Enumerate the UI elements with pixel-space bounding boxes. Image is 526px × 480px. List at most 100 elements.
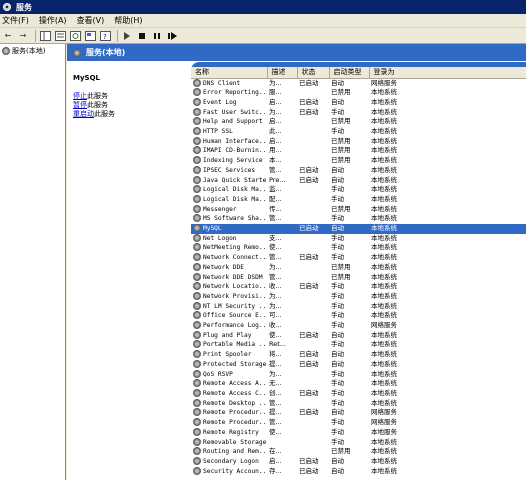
table-row[interactable]: Event Log 启... 已启动 自动 本地系统 <box>191 97 526 108</box>
export-list-icon[interactable] <box>84 30 96 42</box>
table-row[interactable]: Protected Storage 提... 已启动 自动 本地系统 <box>191 359 526 370</box>
table-row[interactable]: QoS RSVP 为... 手动 本地系统 <box>191 369 526 380</box>
service-description-text: 用... <box>269 146 282 155</box>
menu-help[interactable]: 帮助(H) <box>114 15 142 26</box>
table-row[interactable]: MySQL 已启动 自动 本地系统 <box>191 224 526 234</box>
table-row[interactable]: Network Connect... 管... 已启动 手动 本地系统 <box>191 253 526 263</box>
service-gear-icon <box>193 204 201 213</box>
pause-service-link[interactable]: 暂停此服务 <box>73 101 185 110</box>
pause-service-icon[interactable] <box>151 30 163 42</box>
table-row[interactable]: NT LM Security ... 为... 手动 本地系统 <box>191 301 526 312</box>
menu-action[interactable]: 操作(A) <box>39 15 67 26</box>
service-status-text: 已启动 <box>299 466 319 475</box>
table-row[interactable]: Fast User Switc... 为... 已启动 手动 本地系统 <box>191 107 526 118</box>
table-row[interactable]: Net Logon 支... 手动 本地系统 <box>191 233 526 244</box>
table-row[interactable]: Remote Registry 使... 手动 本地服务 <box>191 427 526 438</box>
restart-service-icon[interactable] <box>166 30 178 42</box>
table-row[interactable]: Portable Media ... Ret... 手动 本地系统 <box>191 340 526 350</box>
table-row[interactable]: Remote Desktop ... 管... 手动 本地系统 <box>191 398 526 409</box>
service-startup-text: 手动 <box>331 233 344 242</box>
table-row[interactable]: Network Locatio... 收... 已启动 手动 本地系统 <box>191 282 526 292</box>
service-status-cell <box>297 438 329 448</box>
menu-file[interactable]: 文件(F) <box>2 15 29 26</box>
menu-view[interactable]: 查看(V) <box>77 15 105 26</box>
table-row[interactable]: Remote Access A... 无... 手动 本地系统 <box>191 379 526 389</box>
table-row[interactable]: Routing and Rem... 在... 已禁用 本地系统 <box>191 447 526 457</box>
start-service-icon[interactable] <box>121 30 133 42</box>
service-gear-icon <box>193 127 201 136</box>
properties-icon[interactable] <box>54 30 66 42</box>
table-row[interactable]: Network DDE DSDM 管... 已禁用 本地系统 <box>191 272 526 283</box>
table-row[interactable]: Secondary Logon 启... 已启动 自动 本地系统 <box>191 456 526 467</box>
table-row[interactable]: IPSEC Services 管... 已启动 自动 本地系统 <box>191 165 526 176</box>
service-name-cell: Print Spooler <box>191 350 267 360</box>
service-startup-cell: 自动 <box>329 224 369 234</box>
console-tree-icon[interactable] <box>39 30 51 42</box>
service-logon-text: 本地系统 <box>371 127 397 136</box>
table-row[interactable]: Remote Access C... 创... 已启动 手动 本地系统 <box>191 389 526 399</box>
table-row[interactable]: Plug and Play 使... 已启动 自动 本地系统 <box>191 330 526 341</box>
table-row[interactable]: Network Provisi... 为... 手动 本地系统 <box>191 291 526 302</box>
service-gear-icon <box>193 262 201 271</box>
forward-arrow-icon[interactable]: → <box>17 30 29 42</box>
table-row[interactable]: Security Accoun... 存... 已启动 自动 本地系统 <box>191 466 526 477</box>
service-gear-icon <box>193 136 201 145</box>
service-name-text: Java Quick Starter <box>203 176 267 184</box>
table-row[interactable]: IMAPI CD-Burnin... 用... 已禁用 本地系统 <box>191 146 526 156</box>
table-row[interactable]: Removable Storage 手动 本地系统 <box>191 437 526 448</box>
table-row[interactable]: HTTP SSL 此... 手动 本地系统 <box>191 127 526 137</box>
column-header-description[interactable]: 描述 <box>267 67 298 79</box>
stop-service-icon[interactable] <box>136 30 148 42</box>
back-arrow-icon[interactable]: ← <box>2 30 14 42</box>
service-description-cell: 用... <box>267 146 297 156</box>
table-row[interactable]: MS Software Sha... 管... 手动 本地系统 <box>191 214 526 224</box>
service-gear-icon <box>193 117 201 126</box>
table-row[interactable]: Logical Disk Ma... 配... 手动 本地系统 <box>191 194 526 205</box>
service-description-cell: 为... <box>267 370 297 380</box>
service-gear-icon <box>193 194 201 203</box>
service-logon-cell: 本地系统 <box>369 108 526 118</box>
table-row[interactable]: Human Interface... 启... 已禁用 本地系统 <box>191 136 526 147</box>
service-startup-cell: 自动 <box>329 467 369 477</box>
table-row[interactable]: Error Reporting... 服... 已禁用 本地系统 <box>191 88 526 98</box>
service-startup-text: 自动 <box>331 466 344 475</box>
table-row[interactable]: Java Quick Starter Pre... 已启动 自动 本地系统 <box>191 175 526 186</box>
table-row[interactable]: Remote Procedur... 管... 手动 网络服务 <box>191 418 526 428</box>
service-name-cell: Network DDE <box>191 262 267 273</box>
table-row[interactable]: Indexing Service 本... 已禁用 本地系统 <box>191 156 526 166</box>
service-startup-cell: 自动 <box>329 457 369 467</box>
service-name-text: Logical Disk Ma... <box>203 195 267 203</box>
table-row[interactable]: Remote Procedur... 提... 已启动 自动 网络服务 <box>191 408 526 418</box>
column-header-name[interactable]: 名称 <box>191 67 268 79</box>
stop-service-link[interactable]: 停止此服务 <box>73 92 185 101</box>
service-logon-cell: 本地系统 <box>369 447 526 457</box>
service-logon-cell: 本地系统 <box>369 98 526 108</box>
table-row[interactable]: DNS Client 为... 已启动 自动 网络服务 <box>191 78 526 88</box>
service-startup-text: 手动 <box>331 194 344 203</box>
column-header-startup-type[interactable]: 启动类型 <box>329 67 370 79</box>
table-row[interactable]: Network DDE 为... 已禁用 本地系统 <box>191 262 526 273</box>
service-logon-text: 本地系统 <box>371 233 397 242</box>
column-header-status[interactable]: 状态 <box>297 67 330 79</box>
help-icon[interactable]: ? <box>99 30 111 42</box>
service-startup-cell: 手动 <box>329 428 369 438</box>
table-row[interactable]: Performance Log... 收... 手动 网络服务 <box>191 321 526 331</box>
service-name-text: NetMeeting Remo... <box>203 244 267 252</box>
table-row[interactable]: Office Source E... 可... 手动 本地系统 <box>191 311 526 321</box>
table-row[interactable]: Print Spooler 将... 已启动 自动 本地系统 <box>191 350 526 360</box>
service-status-text: 已启动 <box>299 78 319 87</box>
table-row[interactable]: Messenger 传... 已禁用 本地系统 <box>191 204 526 215</box>
restart-service-link[interactable]: 重启动此服务 <box>73 110 185 119</box>
table-row[interactable]: Help and Support 启... 已禁用 本地系统 <box>191 117 526 127</box>
column-header-log-on-as[interactable]: 登录为 <box>369 67 526 79</box>
service-name-text: IMAPI CD-Burnin... <box>203 147 267 155</box>
table-row[interactable]: Logical Disk Ma... 监... 手动 本地系统 <box>191 185 526 195</box>
refresh-icon[interactable] <box>69 30 81 42</box>
service-logon-cell: 本地系统 <box>369 117 526 127</box>
service-logon-text: 本地系统 <box>371 301 397 310</box>
table-row[interactable]: NetMeeting Remo... 使... 手动 本地系统 <box>191 243 526 253</box>
service-name-text: MySQL <box>203 225 222 233</box>
tree-node-services-local[interactable]: 服务(本地) <box>2 46 63 56</box>
service-logon-cell: 本地系统 <box>369 234 526 244</box>
service-name-cell: HTTP SSL <box>191 127 267 137</box>
